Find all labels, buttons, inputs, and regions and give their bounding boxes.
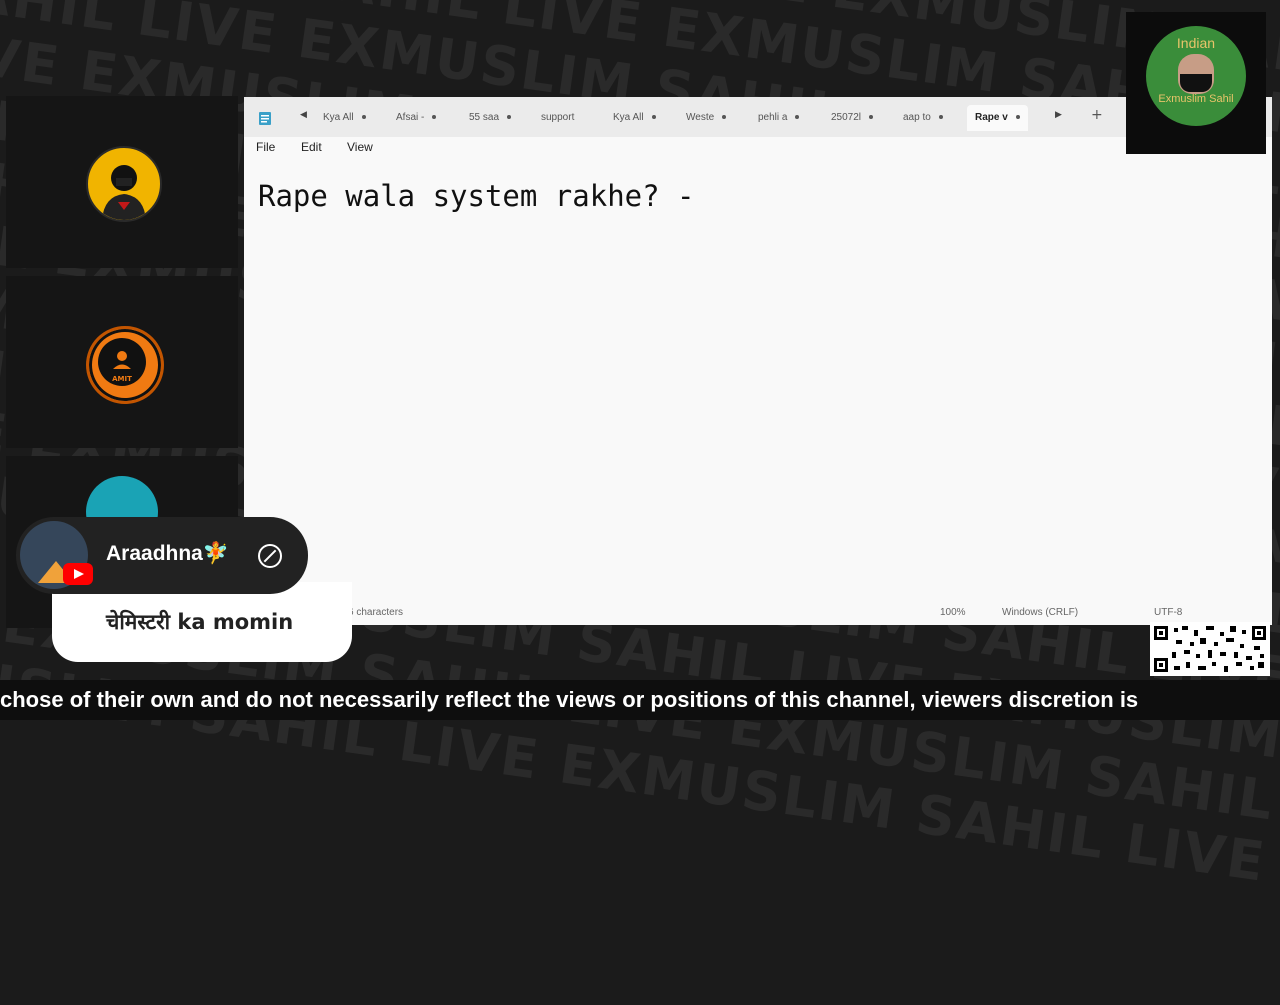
tab[interactable]: Kya All xyxy=(613,105,656,131)
menu-bar: File Edit View xyxy=(244,137,1272,159)
webcam-overlay: Indian Exmuslim Sahil xyxy=(1126,12,1266,154)
editor-text[interactable]: Rape wala system rakhe? - xyxy=(258,179,695,213)
user-badge-icon: AMIT xyxy=(98,338,146,386)
chat-message-text: चेमिस्टरी ka momin xyxy=(106,610,294,634)
tab[interactable]: 55 saa xyxy=(469,105,512,131)
youtube-icon xyxy=(63,563,93,585)
avatar-badge-text: AMIT xyxy=(112,375,132,383)
tab[interactable]: Weste xyxy=(686,105,727,131)
participant-avatar: AMIT xyxy=(86,326,164,404)
status-line-ending: Windows (CRLF) xyxy=(1002,607,1079,618)
status-zoom: 100% xyxy=(940,607,966,618)
menu-file[interactable]: File xyxy=(256,140,275,154)
tab-active[interactable]: Rape v xyxy=(967,105,1028,131)
participant-avatar xyxy=(86,146,162,222)
face-mask xyxy=(1180,74,1212,92)
tab[interactable]: support xyxy=(541,105,574,131)
participant-slot xyxy=(6,96,238,268)
tab[interactable]: Afsai - xyxy=(396,105,437,131)
menu-edit[interactable]: Edit xyxy=(301,140,322,154)
tab[interactable]: aap to xyxy=(903,105,943,131)
logo-top-text: Indian xyxy=(1176,35,1216,51)
new-tab-icon[interactable]: + xyxy=(1091,107,1103,123)
notepad-app-icon xyxy=(259,112,271,125)
tab[interactable]: Kya All xyxy=(323,105,366,131)
person-icon xyxy=(102,165,146,220)
disclaimer-ticker: chose of their own and do not necessaril… xyxy=(0,680,1280,720)
scroll-right-icon[interactable]: ▶ xyxy=(1055,110,1062,120)
qr-code-icon xyxy=(1150,622,1270,676)
scroll-left-icon[interactable]: ◀ xyxy=(300,110,307,120)
notepad-window: ◀ Kya All Afsai - 55 saa support Kya All… xyxy=(244,97,1272,625)
menu-view[interactable]: View xyxy=(347,140,373,154)
status-bar: 6 characters 100% Windows (CRLF) UTF-8 xyxy=(244,602,1272,625)
participant-slot: AMIT xyxy=(6,276,238,448)
tab[interactable]: pehli a xyxy=(758,105,800,131)
channel-logo: Indian Exmuslim Sahil xyxy=(1146,26,1246,126)
status-char-count: 6 characters xyxy=(348,607,404,618)
chat-author-name: Araadhna🧚 xyxy=(106,542,230,565)
logo-bottom-text: Exmuslim Sahil xyxy=(1158,93,1234,105)
ban-icon xyxy=(258,544,282,568)
tab[interactable]: 25072l xyxy=(831,105,874,131)
status-encoding: UTF-8 xyxy=(1154,607,1183,618)
ticker-text: chose of their own and do not necessaril… xyxy=(0,687,1139,712)
watermark-line: EXMUSLIM SAHIL LIVE EXMUSLIM SAHIL LIVE … xyxy=(0,630,1280,973)
tab-bar: ◀ Kya All Afsai - 55 saa support Kya All… xyxy=(244,97,1272,137)
